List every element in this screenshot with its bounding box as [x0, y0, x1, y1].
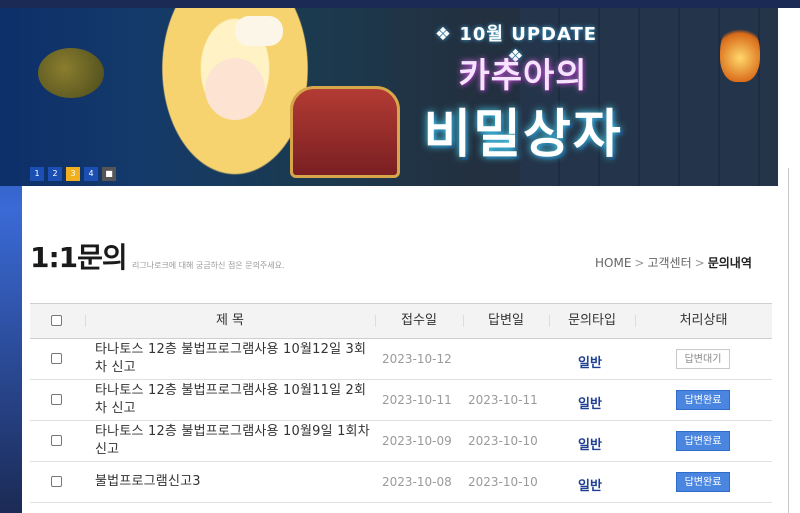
header-type: 문의타입: [568, 313, 616, 328]
status-button[interactable]: 답변완료: [676, 472, 730, 492]
banner-pause-button[interactable]: ■: [102, 167, 116, 181]
breadcrumb-separator: >: [694, 256, 705, 270]
page-subtitle: 리그나로크에 대해 궁금하신 점은 문의주세요.: [132, 261, 285, 270]
breadcrumb-current: 문의내역: [707, 256, 752, 270]
banner-title-line1: 카추아의: [458, 56, 588, 96]
row-checkbox[interactable]: [51, 476, 62, 487]
breadcrumb-home[interactable]: HOME: [595, 256, 631, 270]
received-date: 2023-10-11: [382, 393, 452, 407]
breadcrumb-separator: >: [634, 256, 645, 270]
header-status: 처리상태: [679, 313, 728, 328]
bee-monster-art: [38, 48, 104, 98]
breadcrumb-customer-center[interactable]: 고객센터: [647, 256, 691, 270]
row-checkbox[interactable]: [51, 353, 62, 364]
inquiry-table: 제 목 접수일 답변일 문의타입 처리상태 타나토스 12층 불법프로그램사용 …: [30, 303, 772, 503]
inquiry-title-link[interactable]: 타나토스 12층 불법프로그램사용 10월12일 3회차 신고: [95, 341, 377, 377]
select-all-checkbox[interactable]: [51, 315, 62, 326]
event-banner[interactable]: ❖ 10월 UPDATE ❖ 카추아의 비밀상자: [0, 8, 778, 186]
received-date: 2023-10-08: [382, 475, 452, 489]
page-title: 1:1문의: [30, 241, 128, 274]
banner-page-1[interactable]: 1: [30, 167, 44, 181]
inquiry-type: 일반: [578, 479, 602, 494]
banner-page-2[interactable]: 2: [48, 167, 62, 181]
hair-bow-art: [235, 16, 283, 46]
inquiry-title-link[interactable]: 타나토스 12층 불법프로그램사용 10월9일 1회차 신고: [95, 423, 377, 459]
answered-date: 2023-10-10: [468, 434, 538, 448]
inquiry-type: 일반: [578, 397, 602, 412]
right-edge: [778, 8, 800, 513]
status-button[interactable]: 답변완료: [676, 431, 730, 451]
banner-page-4[interactable]: 4: [84, 167, 98, 181]
header-received: 접수일: [401, 313, 437, 328]
answered-date: 2023-10-11: [468, 393, 538, 407]
banner-pager: 1 2 3 4 ■: [30, 167, 116, 181]
answered-date: 2023-10-10: [468, 475, 538, 489]
table-header: 제 목 접수일 답변일 문의타입 처리상태: [30, 303, 772, 339]
banner-title-line2: 비밀상자: [423, 105, 623, 165]
inquiry-title-link[interactable]: 타나토스 12층 불법프로그램사용 10월11일 2회차 신고: [95, 382, 377, 418]
table-row[interactable]: 타나토스 12층 불법프로그램사용 10월11일 2회차 신고 2023-10-…: [30, 380, 772, 421]
table-row[interactable]: 타나토스 12층 불법프로그램사용 10월9일 1회차 신고 2023-10-0…: [30, 421, 772, 462]
inquiry-title-link[interactable]: 불법프로그램신고3: [95, 473, 377, 491]
status-button[interactable]: 답변완료: [676, 390, 730, 410]
divider-line: [788, 168, 789, 513]
row-checkbox[interactable]: [51, 394, 62, 405]
inquiry-type: 일반: [578, 438, 602, 453]
inquiry-type: 일반: [578, 356, 602, 371]
table-row[interactable]: 타나토스 12층 불법프로그램사용 10월12일 3회차 신고 2023-10-…: [30, 339, 772, 380]
received-date: 2023-10-12: [382, 352, 452, 366]
banner-page-3[interactable]: 3: [66, 167, 80, 181]
torch-art: [720, 22, 760, 82]
character-face-art: [205, 58, 265, 120]
status-button[interactable]: 답변대기: [676, 349, 730, 369]
header-title: 제 목: [215, 313, 245, 328]
page-heading: 1:1문의: [30, 236, 128, 276]
table-row[interactable]: 불법프로그램신고3 2023-10-08 2023-10-10 일반 답변완료: [30, 462, 772, 503]
breadcrumb: HOME > 고객센터 > 문의내역: [595, 254, 752, 271]
received-date: 2023-10-09: [382, 434, 452, 448]
row-checkbox[interactable]: [51, 435, 62, 446]
header-answered: 답변일: [488, 313, 524, 328]
top-bar: [0, 0, 800, 8]
